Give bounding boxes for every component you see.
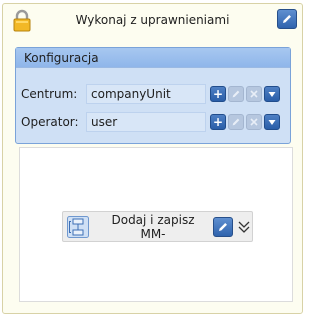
triangle-down-icon (268, 120, 276, 125)
lock-icon (13, 9, 31, 32)
activity-container: Wykonaj z uprawnieniami Konfiguracja Cen… (2, 3, 303, 314)
centrum-label: Centrum: (21, 87, 78, 101)
x-icon (250, 90, 258, 98)
double-chevron-down-icon[interactable] (237, 217, 251, 237)
action-label: Dodaj i zapisz MM- (93, 213, 213, 241)
operator-edit-button[interactable] (228, 114, 244, 130)
centrum-row: Centrum: companyUnit + (16, 83, 290, 105)
flow-icon (67, 216, 89, 238)
configuration-panel: Konfiguracja Centrum: companyUnit + Oper… (15, 47, 291, 144)
workflow-canvas: Dodaj i zapisz MM- (19, 147, 293, 302)
action-label-line2: MM- (140, 227, 166, 241)
centrum-edit-button[interactable] (228, 86, 244, 102)
operator-label: Operator: (21, 115, 79, 129)
activity-title: Wykonaj z uprawnieniami (75, 13, 230, 27)
action-edit-button[interactable] (213, 217, 233, 237)
centrum-remove-button[interactable] (246, 86, 262, 102)
triangle-down-icon (268, 92, 276, 97)
operator-field[interactable]: user (86, 112, 206, 132)
operator-add-button[interactable]: + (210, 114, 226, 130)
operator-dropdown-button[interactable] (264, 114, 280, 130)
configuration-title: Konfiguracja (16, 48, 290, 68)
pencil-icon (283, 15, 291, 23)
activity-edit-button[interactable] (277, 9, 297, 29)
activity-header: Wykonaj z uprawnieniami (3, 4, 302, 36)
pencil-icon (232, 118, 240, 126)
centrum-dropdown-button[interactable] (264, 86, 280, 102)
centrum-field[interactable]: companyUnit (86, 84, 206, 104)
operator-remove-button[interactable] (246, 114, 262, 130)
action-label-line1: Dodaj i zapisz (111, 213, 195, 227)
centrum-add-button[interactable]: + (210, 86, 226, 102)
operator-row: Operator: user + (16, 111, 290, 133)
pencil-icon (219, 223, 227, 231)
pencil-icon (232, 90, 240, 98)
action-dodaj-i-zapisz[interactable]: Dodaj i zapisz MM- (62, 211, 253, 242)
x-icon (250, 118, 258, 126)
